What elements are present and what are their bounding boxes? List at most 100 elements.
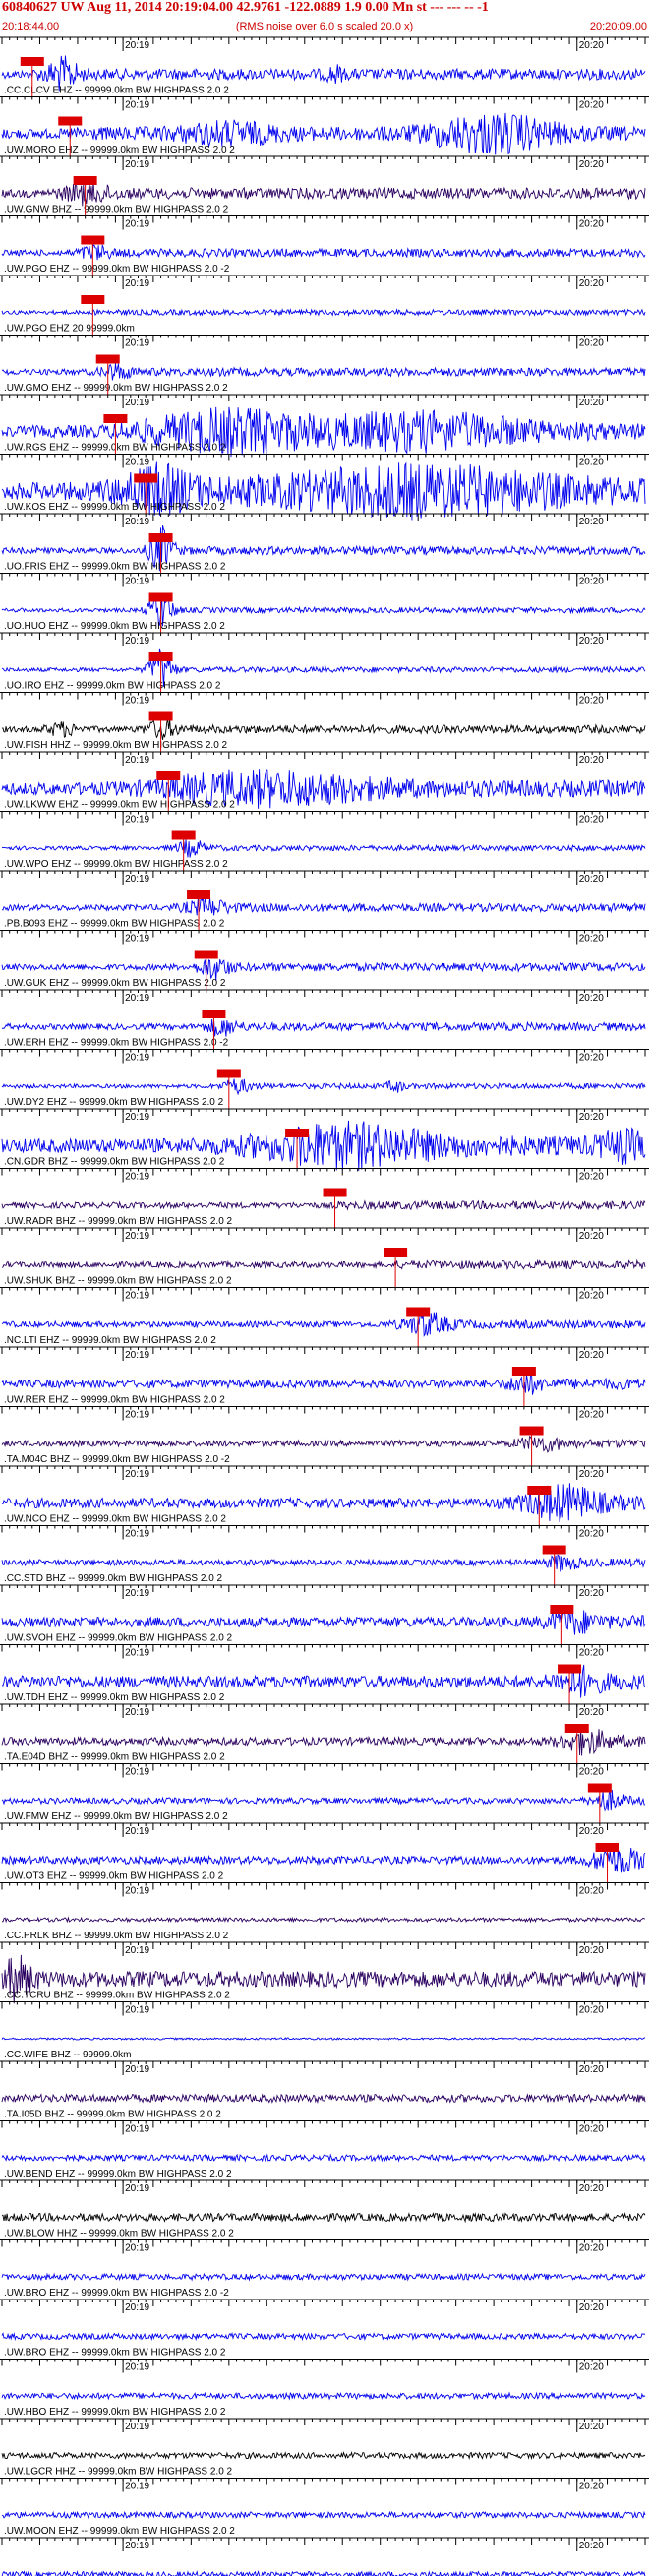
minute-label: 20:20 bbox=[579, 1886, 604, 1897]
minute-label: 20:20 bbox=[579, 1707, 604, 1718]
channel-label: .NC.LTI EHZ -- 99999.0km BW HIGHPASS 2.0… bbox=[4, 1335, 216, 1346]
channel-row: 20:19 20:20 .UW.NCO EHZ -- 99999.0km BW HI… bbox=[0, 1465, 649, 1526]
channel-row: 20:19 20:20 .UW.GMO EHZ -- 99999.0km BW HI… bbox=[0, 335, 649, 395]
waveform-trace bbox=[1, 1372, 646, 1395]
channel-row: 20:19 20:20 .TA.M04C BHZ -- 99999.0km BW H… bbox=[0, 1406, 649, 1466]
minute-label: 20:19 bbox=[125, 2005, 149, 2016]
minute-label: 20:20 bbox=[579, 2064, 604, 2075]
channel-row: 20:19 20:20 .TA.E04D BHZ -- 99999.0km BW H… bbox=[0, 1703, 649, 1764]
channel-row: 20:19 20:20 .UW.LGCR HHZ -- 99999.0km BW H… bbox=[0, 2418, 649, 2478]
channel-label: .UW.GUK EHZ -- 99999.0km BW HIGHPASS 2.0… bbox=[4, 978, 226, 989]
channel-row: 20:19 20:20 .CC.STD BHZ -- 99999.0km BW HI… bbox=[0, 1525, 649, 1585]
channel-row: 20:19 20:20 .UW.BEND EHZ -- 99999.0km BW H… bbox=[0, 2120, 649, 2179]
minute-label: 20:19 bbox=[125, 1231, 149, 1242]
minute-label: 20:19 bbox=[125, 1648, 149, 1659]
minute-label: 20:20 bbox=[579, 1410, 604, 1421]
channel-label: .UW.GNW BHZ -- 99999.0km BW HIGHPASS 2.0… bbox=[4, 205, 229, 215]
waveform-trace bbox=[1, 363, 646, 381]
channel-label: .UW.ERH EHZ -- 99999.0km BW HIGHPASS 2.0… bbox=[4, 1038, 229, 1049]
minute-label: 20:20 bbox=[579, 934, 604, 945]
minute-label: 20:20 bbox=[579, 1469, 604, 1480]
minute-label: 20:20 bbox=[579, 993, 604, 1004]
minute-label: 20:20 bbox=[579, 2362, 604, 2373]
waveform-trace bbox=[1, 307, 646, 317]
channel-label: .UW.MORO EHZ -- 99999.0km BW HIGHPASS 2.… bbox=[4, 145, 235, 155]
channel-row: 20:19 20:20 .UW.FMW EHZ -- 99999.0km BW HI… bbox=[0, 1763, 649, 1823]
channel-label: .UW.FISH HHZ -- 99999.0km BW HIGHPASS 2.… bbox=[4, 740, 228, 751]
channel-label: .UW.BRO EHZ -- 99999.0km BW HIGHPASS 2.0… bbox=[4, 2288, 229, 2299]
minute-label: 20:20 bbox=[579, 40, 604, 51]
channel-row: 20:19 20:20 .UW.GUK EHZ -- 99999.0km BW HI… bbox=[0, 930, 649, 990]
minute-label: 20:19 bbox=[125, 1886, 149, 1897]
channel-label: .CC.WIFE BHZ -- 99999.0km bbox=[4, 2050, 131, 2060]
minute-label: 20:19 bbox=[125, 934, 149, 945]
minute-label: 20:19 bbox=[125, 278, 149, 289]
channel-row: 20:19 20:20 .UO.FRIS EHZ -- 99999.0km BW H… bbox=[0, 513, 649, 574]
channel-row: 20:19 20:20 .UW.GNW BHZ -- 99999.0km BW HI… bbox=[0, 155, 649, 216]
minute-label: 20:20 bbox=[579, 338, 604, 349]
minute-label: 20:19 bbox=[125, 577, 149, 587]
minute-label: 20:19 bbox=[125, 755, 149, 766]
channel-label: .UW.SHUK BHZ -- 99999.0km BW HIGHPASS 2.… bbox=[4, 1276, 232, 1287]
minute-label: 20:19 bbox=[125, 338, 149, 349]
minute-label: 20:19 bbox=[125, 1588, 149, 1599]
channel-row: 20:19 20:20 .UW.DY2 EHZ -- 99999.0km BW HI… bbox=[0, 1049, 649, 1109]
minute-label: 20:19 bbox=[125, 1529, 149, 1540]
channel-row: 20:19 20:20 .UW.KOS EHZ -- 99999.0km BW HI… bbox=[0, 454, 649, 521]
channel-label: .CC.PRLK BHZ -- 99999.0km BW HIGHPASS 2.… bbox=[4, 1931, 229, 1941]
minute-label: 20:19 bbox=[125, 1469, 149, 1480]
minute-label: 20:19 bbox=[125, 517, 149, 527]
minute-label: 20:20 bbox=[579, 1648, 604, 1659]
waveform-trace bbox=[1, 1019, 646, 1037]
channel-label: .UW.DY2 EHZ -- 99999.0km BW HIGHPASS 2.0… bbox=[4, 1097, 224, 1108]
minute-label: 20:20 bbox=[579, 636, 604, 646]
channel-row: 20:19 20:20 .CC.WIFE BHZ -- 99999.0km bbox=[0, 2001, 649, 2060]
minute-label: 20:19 bbox=[125, 1410, 149, 1421]
minute-label: 20:19 bbox=[125, 636, 149, 646]
channel-label: .UW.BLOW HHZ -- 99999.0km BW HIGHPASS 2.… bbox=[4, 2229, 234, 2239]
minute-label: 20:20 bbox=[579, 1350, 604, 1361]
minute-label: 20:20 bbox=[579, 1945, 604, 1956]
minute-label: 20:20 bbox=[579, 1588, 604, 1599]
minute-label: 20:20 bbox=[579, 2482, 604, 2492]
minute-label: 20:19 bbox=[125, 1291, 149, 1302]
minute-label: 20:19 bbox=[125, 1945, 149, 1956]
minute-label: 20:19 bbox=[125, 159, 149, 170]
channel-row: 20:19 20:20 .UW.LKWW EHZ -- 99999.0km BW H… bbox=[0, 751, 649, 812]
minute-label: 20:20 bbox=[579, 517, 604, 527]
channel-label: .UW.KOS EHZ -- 99999.0km BW HIGHPASS 2.0… bbox=[4, 502, 225, 513]
minute-label: 20:19 bbox=[125, 874, 149, 885]
channel-row: 20:19 20:20 .UW.BRO EHZ -- 99999.0km BW HI… bbox=[0, 2239, 649, 2299]
channel-label: .CC.STD BHZ -- 99999.0km BW HIGHPASS 2.0… bbox=[4, 1573, 223, 1584]
waveform-trace bbox=[1, 2510, 646, 2520]
channel-row: 20:19 20:20 .UW.TDH EHZ -- 99999.0km BW HI… bbox=[0, 1644, 649, 1704]
minute-label: 20:20 bbox=[579, 1826, 604, 1837]
minute-label: 20:19 bbox=[125, 1053, 149, 1064]
minute-label: 20:19 bbox=[125, 2362, 149, 2373]
minute-label: 20:19 bbox=[125, 1350, 149, 1361]
channel-label: .UW.RADR BHZ -- 99999.0km BW HIGHPASS 2.… bbox=[4, 1216, 233, 1227]
minute-label: 20:20 bbox=[579, 1053, 604, 1064]
waveform-trace bbox=[1, 839, 646, 858]
minute-label: 20:20 bbox=[579, 696, 604, 706]
minute-label: 20:19 bbox=[125, 2243, 149, 2254]
channel-label: .UW.PGO EHZ -- 99999.0km BW HIGHPASS 2.0… bbox=[4, 264, 230, 275]
waveform-trace bbox=[1, 896, 646, 916]
channel-row: 20:19 20:20 .UW.PGO EHZ -- 99999.0km BW HI… bbox=[0, 215, 649, 276]
minute-label: 20:19 bbox=[125, 2064, 149, 2075]
channel-label: .UW.BRO EHZ -- 99999.0km BW HIGHPASS 2.0… bbox=[4, 2348, 226, 2359]
channel-label: .UW.FMW EHZ -- 99999.0km BW HIGHPASS 2.0… bbox=[4, 1811, 228, 1822]
minute-label: 20:20 bbox=[579, 1112, 604, 1123]
channel-row: 20:19 20:20 .TA.I05D BHZ -- 99999.0km BW H… bbox=[0, 2060, 649, 2120]
minute-label: 20:19 bbox=[125, 993, 149, 1004]
channel-row: 20:19 20:20.UW.RGS EHZ -- 99999.0km BW HI… bbox=[0, 394, 649, 458]
minute-label: 20:19 bbox=[125, 696, 149, 706]
minute-label: 20:19 bbox=[125, 2124, 149, 2135]
channel-row: 20:19 20:20 .NC.LTI EHZ -- 99999.0km BW HI… bbox=[0, 1287, 649, 1347]
waveform-trace bbox=[1, 1436, 646, 1453]
minute-label: 20:19 bbox=[125, 458, 149, 468]
channel-label: .UO.FRIS EHZ -- 99999.0km BW HIGHPASS 2.… bbox=[4, 562, 226, 573]
waveform-trace bbox=[1, 1258, 646, 1271]
channel-row: 20:19 20:20 .UW.BRO EHZ -- 99999.0km BW HI… bbox=[0, 2299, 649, 2359]
waveform-trace bbox=[1, 1845, 646, 1873]
